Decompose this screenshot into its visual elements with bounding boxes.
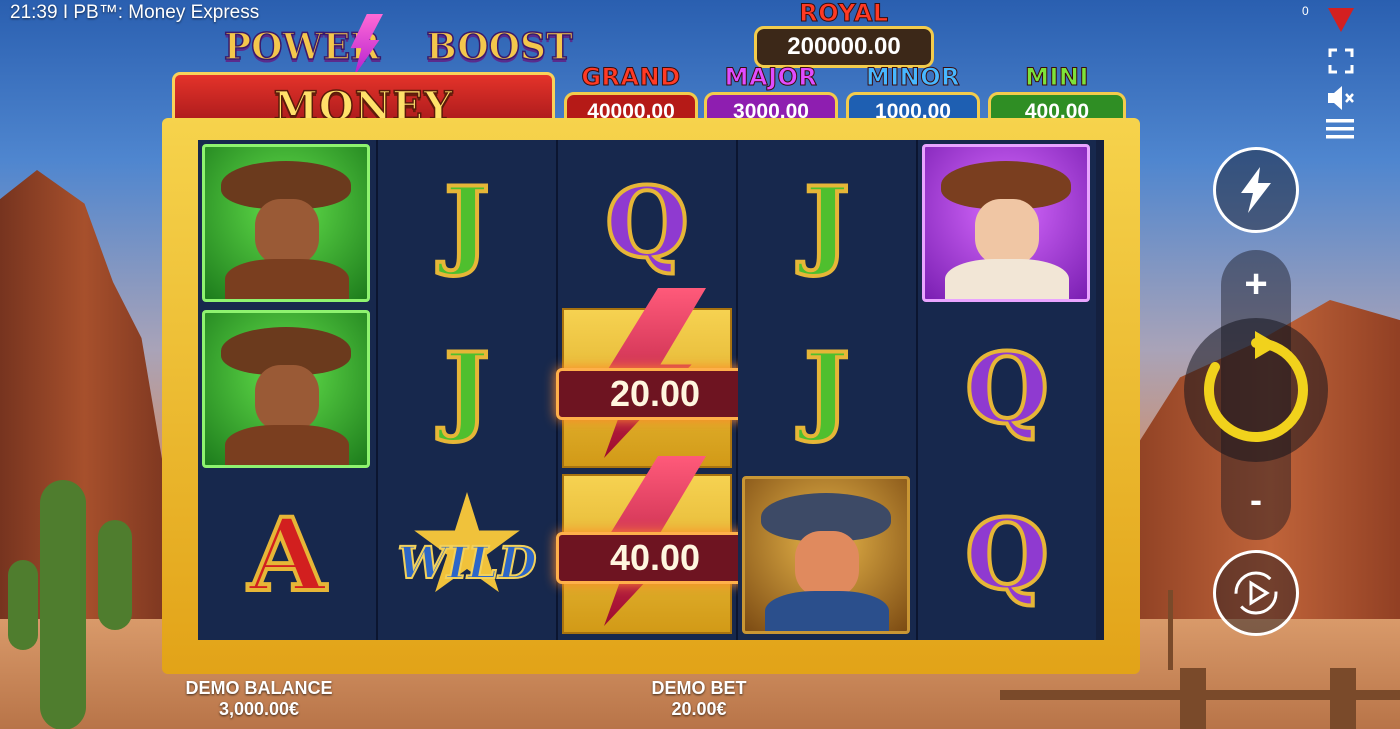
symbol-outlaw xyxy=(198,140,376,305)
symbol-jack: J xyxy=(738,306,916,471)
autoplay-icon xyxy=(1234,571,1278,615)
demo-balance-value: 3,000.00€ xyxy=(218,699,300,719)
symbol-jack: J xyxy=(738,140,916,305)
symbol-letter-q: Q xyxy=(603,165,691,279)
reel-4: J J xyxy=(738,140,918,640)
logo-boost: BOOST xyxy=(425,25,573,69)
spin-button[interactable] xyxy=(1184,318,1328,462)
bet-increase-button[interactable]: + xyxy=(1226,258,1286,310)
reel-frame: A J J WILD Q 20.00 40.00 J J Q Q xyxy=(162,118,1140,674)
symbol-jack: J xyxy=(378,140,556,305)
counter: 0 xyxy=(1302,4,1309,18)
demo-balance-label: DEMO BALANCE xyxy=(185,678,333,698)
jackpot-major-label: MAJOR xyxy=(724,63,818,91)
utility-pole xyxy=(1168,590,1173,670)
symbol-letter-j: J xyxy=(802,165,851,279)
symbol-bolt: 20.00 xyxy=(556,288,754,468)
minus-label: - xyxy=(1250,479,1262,520)
menu-icon[interactable] xyxy=(1326,117,1354,141)
symbol-wild: WILD xyxy=(378,472,556,637)
symbol-queen: Q xyxy=(918,306,1096,471)
symbol-sheriff xyxy=(738,472,916,637)
fence-post xyxy=(1330,668,1356,729)
symbol-letter-q: Q xyxy=(963,331,1051,445)
symbol-letter-j: J xyxy=(442,331,491,445)
jackpot-royal-value: 200000.00 xyxy=(754,26,934,68)
symbol-outlaw xyxy=(198,306,376,471)
jackpot-mini-label: MINI xyxy=(1025,63,1089,91)
symbol-letter-j: J xyxy=(442,165,491,279)
demo-balance: DEMO BALANCE 3,000.00€ xyxy=(170,678,348,720)
jackpot-royal: ROYAL 200000.00 xyxy=(754,0,934,68)
symbol-cowgirl xyxy=(918,140,1096,305)
symbol-letter-a: A xyxy=(246,495,328,614)
lightning-icon xyxy=(1241,167,1271,213)
plus-label: + xyxy=(1244,261,1268,306)
fullscreen-icon[interactable] xyxy=(1328,48,1354,74)
fence-post xyxy=(1180,668,1206,729)
demo-bet-label: DEMO BET xyxy=(651,678,747,698)
turbo-button[interactable] xyxy=(1213,147,1299,233)
reel-5: Q Q xyxy=(918,140,1096,640)
jackpot-royal-label: ROYAL xyxy=(799,0,889,27)
reel-grid[interactable]: A J J WILD Q 20.00 40.00 J J Q Q xyxy=(198,140,1104,640)
cactus xyxy=(98,520,132,630)
sound-muted-icon[interactable] xyxy=(1326,84,1356,112)
reel-3: Q 20.00 40.00 xyxy=(556,140,754,640)
bolt-value: 20.00 xyxy=(556,368,754,420)
demo-bet: DEMO BET 20.00€ xyxy=(630,678,768,720)
cactus xyxy=(40,480,86,729)
demo-bet-value: 20.00€ xyxy=(671,699,727,719)
reel-1: A xyxy=(198,140,378,640)
symbol-queen: Q xyxy=(918,472,1096,637)
symbol-letter-q: Q xyxy=(963,497,1051,611)
reel-2: J J WILD xyxy=(378,140,558,640)
wild-label: WILD xyxy=(396,537,537,590)
cactus xyxy=(8,560,38,650)
symbol-jack: J xyxy=(378,306,556,471)
jackpot-minor-label: MINOR xyxy=(865,63,961,91)
jackpot-grand-label: GRAND xyxy=(581,63,681,91)
symbol-ace: A xyxy=(198,472,376,637)
symbol-bolt: 40.00 xyxy=(556,456,754,634)
bet-decrease-button[interactable]: - xyxy=(1226,474,1286,526)
symbol-queen: Q xyxy=(558,140,736,305)
spin-arrow-icon xyxy=(1204,331,1308,442)
autoplay-button[interactable] xyxy=(1213,550,1299,636)
symbol-letter-j: J xyxy=(802,331,851,445)
bolt-value: 40.00 xyxy=(556,532,754,584)
